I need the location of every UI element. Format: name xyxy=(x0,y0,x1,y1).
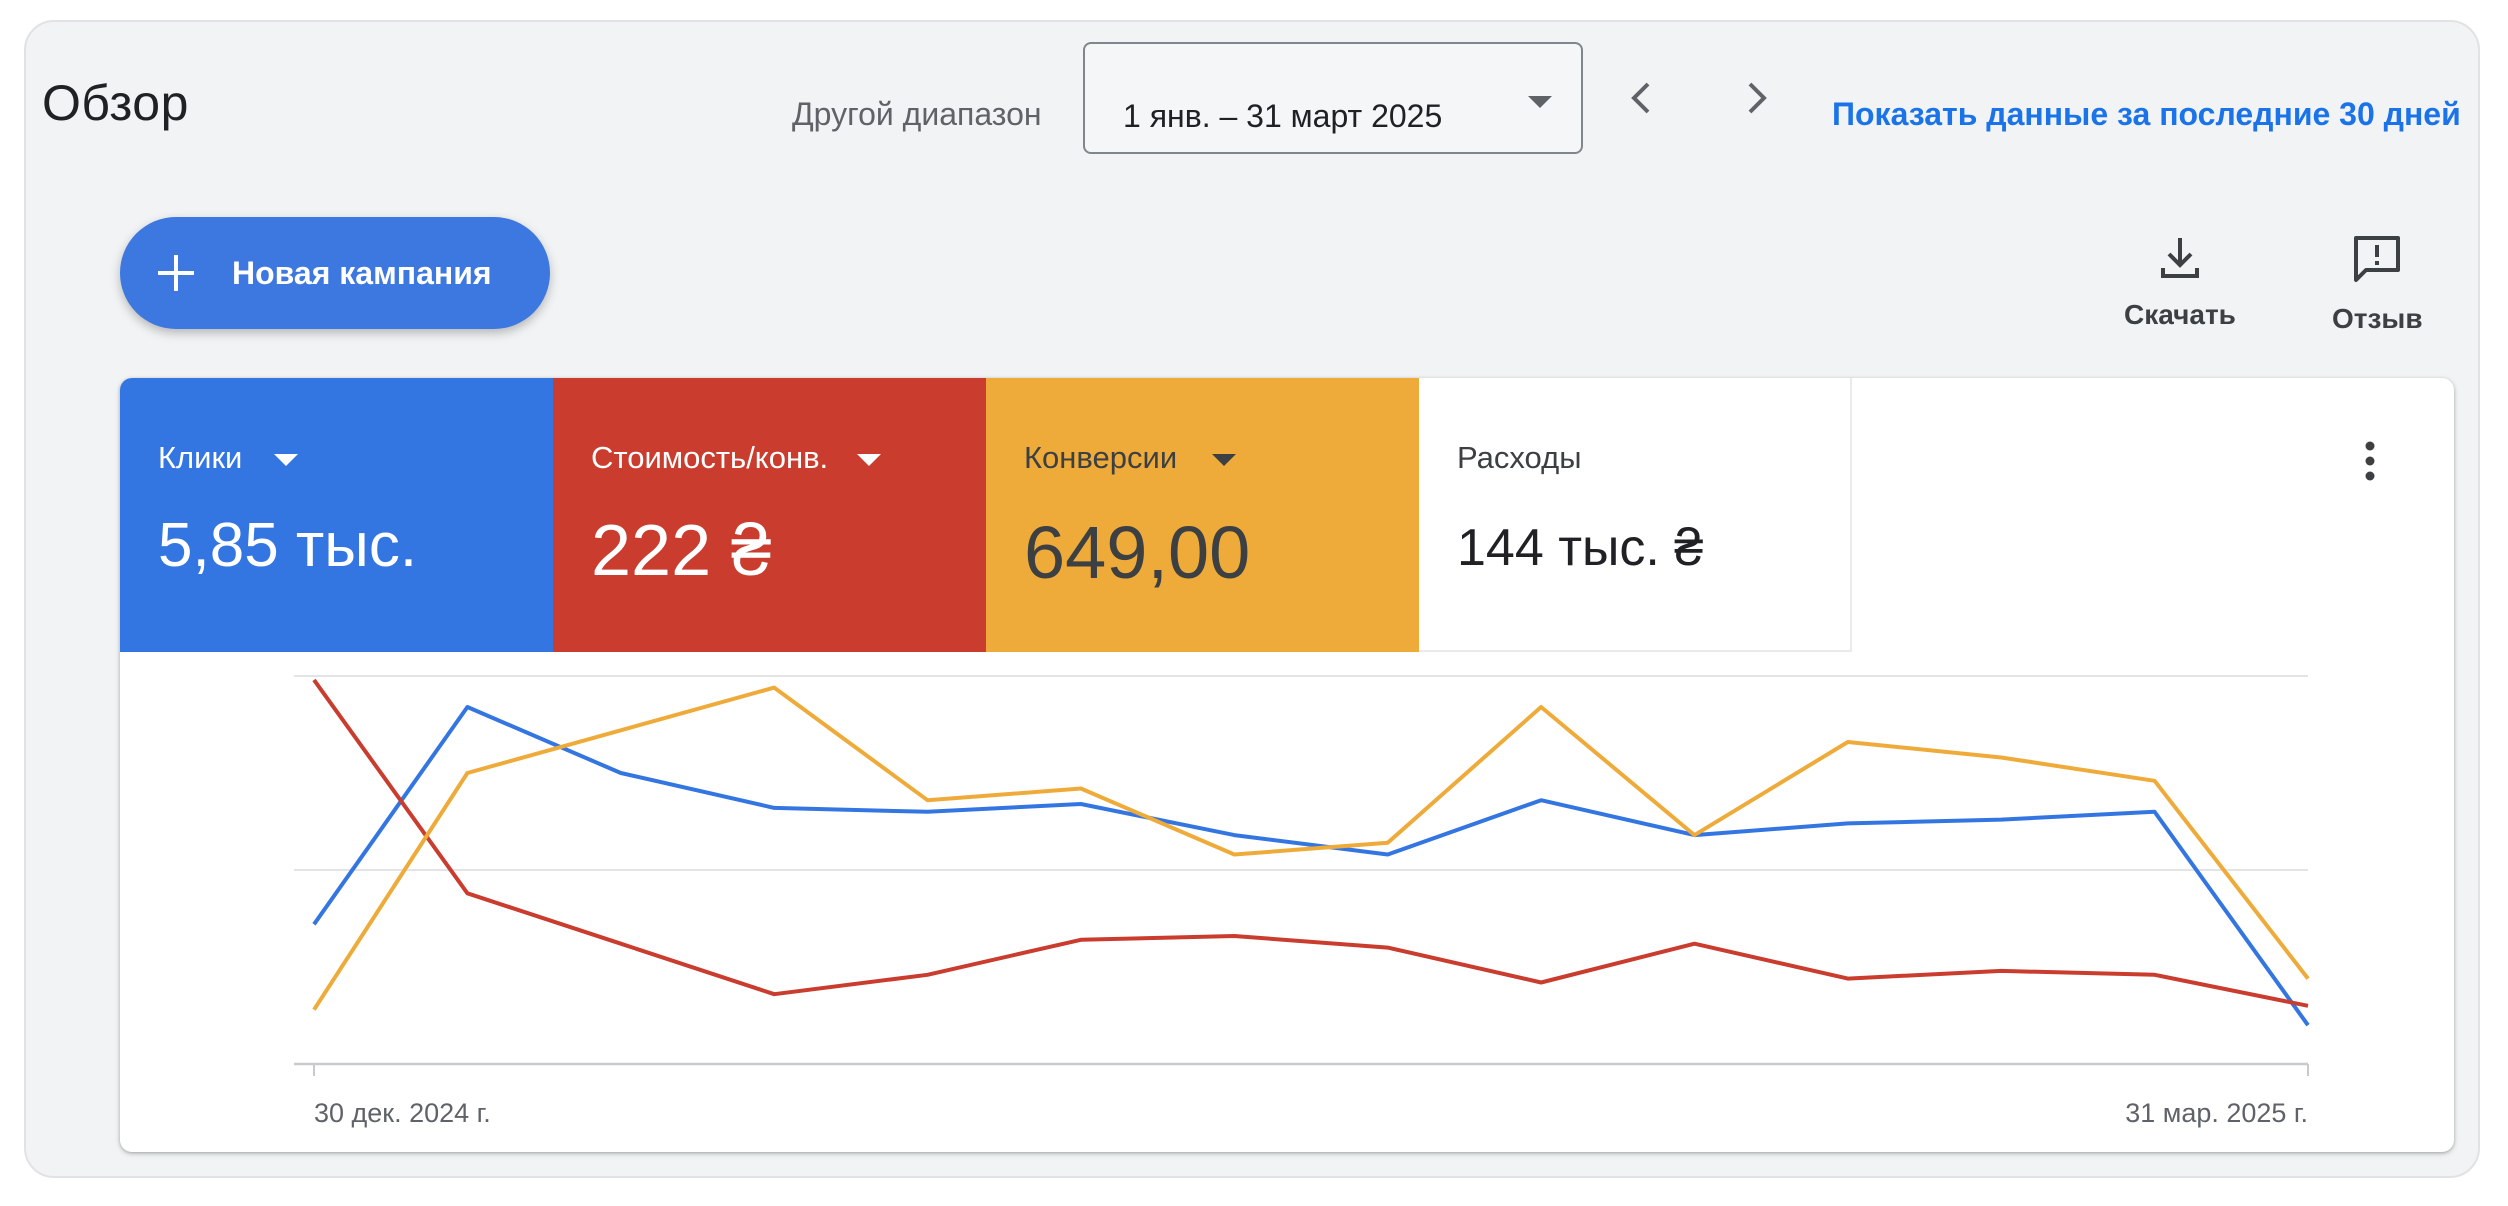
date-range-select[interactable]: 1 янв. – 31 март 2025 xyxy=(1083,42,1583,154)
range-label: Другой диапазон xyxy=(792,96,1042,132)
download-button[interactable]: Скачать xyxy=(2124,232,2236,331)
chevron-right-icon xyxy=(1748,82,1767,114)
metric-value: 5,85 тыс. xyxy=(158,511,418,580)
chevron-down-icon xyxy=(274,454,298,466)
feedback-button[interactable]: Отзыв xyxy=(2332,232,2423,335)
more-vert-icon xyxy=(2365,441,2375,481)
page-title: Обзор xyxy=(42,75,189,131)
new-campaign-label: Новая кампания xyxy=(232,255,492,291)
series-line-2 xyxy=(312,685,2310,1011)
metric-cost-per-conversion[interactable]: Стоимость/конв. 222 ₴ xyxy=(553,378,986,652)
x-tick-label-end: 31 мар. 2025 г. xyxy=(2125,1098,2308,1128)
performance-card: Клики 5,85 тыс. Стоимость/конв. 222 ₴ Ко… xyxy=(120,378,2454,1152)
performance-line-chart: 30 дек. 2024 г. 31 мар. 2025 г. xyxy=(294,675,2310,1128)
overview-panel: Обзор Другой диапазон 1 янв. – 31 март 2… xyxy=(24,20,2480,1178)
series-line-0 xyxy=(312,705,2310,1027)
metric-label: Расходы xyxy=(1457,440,1582,475)
metric-spend[interactable]: Расходы 144 тыс. ₴ xyxy=(1419,378,1852,652)
download-label: Скачать xyxy=(2124,299,2236,330)
chevron-down-icon xyxy=(857,454,881,466)
last-30-days-link[interactable]: Показать данные за последние 30 дней xyxy=(1832,96,2461,133)
chevron-left-icon xyxy=(1631,82,1650,114)
more-options-button[interactable] xyxy=(2358,438,2382,491)
prev-period-button[interactable] xyxy=(1612,68,1672,128)
metric-label: Конверсии xyxy=(1024,440,1178,475)
metric-clicks[interactable]: Клики 5,85 тыс. xyxy=(120,378,553,652)
download-icon xyxy=(2160,238,2199,278)
metric-label: Стоимость/конв. xyxy=(591,440,829,475)
new-campaign-button[interactable]: Новая кампания xyxy=(120,217,550,329)
feedback-icon xyxy=(2354,236,2401,282)
metric-value: 144 тыс. ₴ xyxy=(1457,519,1704,577)
chevron-down-icon xyxy=(1528,96,1552,108)
metric-value: 222 ₴ xyxy=(591,511,772,591)
metric-label: Клики xyxy=(158,440,243,475)
metric-value: 649,00 xyxy=(1024,511,1251,594)
feedback-label: Отзыв xyxy=(2332,303,2423,334)
next-period-button[interactable] xyxy=(1726,68,1786,128)
metric-conversions[interactable]: Конверсии 649,00 xyxy=(986,378,1419,652)
plus-icon xyxy=(158,255,194,291)
x-tick-label-start: 30 дек. 2024 г. xyxy=(314,1098,491,1128)
chevron-down-icon xyxy=(1212,454,1236,466)
date-range-value: 1 янв. – 31 март 2025 xyxy=(1123,98,1443,134)
